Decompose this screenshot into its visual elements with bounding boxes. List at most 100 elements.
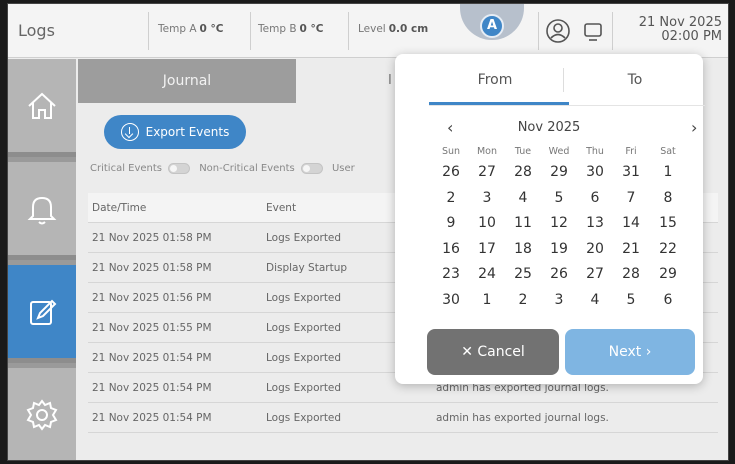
sidebar-item-logs[interactable] [8, 265, 76, 363]
cancel-button[interactable]: ✕ Cancel [427, 329, 559, 375]
calendar-day[interactable]: 17 [469, 241, 505, 257]
edit-icon [30, 299, 57, 325]
sidebar-item-alarms[interactable] [8, 162, 76, 260]
column-header-event[interactable]: Event [266, 202, 296, 214]
sidebar-item-settings[interactable] [8, 368, 76, 460]
calendar-day[interactable]: 7 [613, 190, 649, 206]
column-header-datetime[interactable]: Date/Time [92, 202, 146, 214]
divider [538, 12, 539, 50]
tab-journal[interactable]: Journal [78, 59, 296, 103]
level-label: Level [358, 23, 386, 35]
temp-b-value: 0 °C [299, 23, 324, 35]
calendar-day[interactable]: 29 [650, 266, 686, 282]
user-notch[interactable]: A [460, 4, 524, 40]
divider [612, 12, 613, 50]
calendar-day[interactable]: 29 [541, 164, 577, 180]
weekday-label: Fri [625, 146, 637, 157]
calendar-day[interactable]: 27 [577, 266, 613, 282]
top-bar: Logs Temp A0 °C Temp B0 °C Level 0.0 cm A… [8, 4, 728, 58]
bell-icon [27, 196, 57, 224]
calendar-day[interactable]: 21 [613, 241, 649, 257]
calendar-day[interactable]: 13 [577, 215, 613, 231]
tab-to[interactable]: To [567, 72, 703, 88]
calendar-day[interactable]: 19 [541, 241, 577, 257]
calendar-day[interactable]: 11 [505, 215, 541, 231]
toggle-switch[interactable] [300, 163, 323, 174]
calendar-day[interactable]: 16 [433, 241, 469, 257]
calendar-day[interactable]: 10 [469, 215, 505, 231]
row-event: Logs Exported [266, 322, 342, 334]
filter-non-critical[interactable]: Non-Critical Events [199, 163, 323, 174]
calendar-day[interactable]: 6 [577, 190, 613, 206]
calendar-day[interactable]: 5 [541, 190, 577, 206]
calendar-day[interactable]: 2 [505, 292, 541, 308]
current-date: 21 Nov 2025 [638, 15, 722, 30]
export-events-label: Export Events [145, 125, 230, 139]
calendar-day[interactable]: 4 [505, 190, 541, 206]
row-datetime: 21 Nov 2025 01:54 PM [92, 412, 212, 424]
tab-from[interactable]: From [427, 72, 563, 88]
divider [563, 68, 564, 92]
calendar-day[interactable]: 1 [469, 292, 505, 308]
calendar-day[interactable]: 5 [613, 292, 649, 308]
display-icon[interactable] [580, 18, 606, 44]
row-datetime: 21 Nov 2025 01:55 PM [92, 322, 212, 334]
table-row[interactable]: 21 Nov 2025 01:54 PM Logs Exported admin… [88, 403, 718, 433]
weekday-label: Sat [660, 146, 676, 157]
toggle-switch[interactable] [168, 163, 191, 174]
divider [250, 12, 251, 50]
next-month-button[interactable]: › [691, 118, 697, 137]
filter-label: Non-Critical Events [199, 163, 295, 174]
gear-icon [26, 398, 58, 431]
calendar-day[interactable]: 30 [433, 292, 469, 308]
row-details: admin has exported journal logs. [436, 412, 609, 424]
calendar-day[interactable]: 26 [541, 266, 577, 282]
calendar-day[interactable]: 26 [433, 164, 469, 180]
calendar-day[interactable]: 9 [433, 215, 469, 231]
weekday-label: Wed [548, 146, 570, 157]
calendar-day[interactable]: 1 [650, 164, 686, 180]
calendar-day[interactable]: 28 [613, 266, 649, 282]
calendar-day[interactable]: 12 [541, 215, 577, 231]
calendar-day[interactable]: 22 [650, 241, 686, 257]
calendar-day[interactable]: 24 [469, 266, 505, 282]
weekday-label: Sun [441, 146, 461, 157]
sidebar [8, 59, 76, 460]
calendar-day[interactable]: 15 [650, 215, 686, 231]
row-event: Display Startup [266, 262, 348, 274]
calendar-day[interactable]: 8 [650, 190, 686, 206]
calendar-day[interactable]: 3 [541, 292, 577, 308]
calendar-day[interactable]: 27 [469, 164, 505, 180]
sidebar-item-home[interactable] [8, 59, 76, 157]
calendar-day[interactable]: 25 [505, 266, 541, 282]
calendar-day[interactable]: 2 [433, 190, 469, 206]
filter-critical[interactable]: Critical Events [90, 163, 191, 174]
filter-user[interactable]: User [332, 163, 355, 174]
calendar-day[interactable]: 14 [613, 215, 649, 231]
user-icon[interactable] [545, 18, 571, 44]
weekday-label: Mon [476, 146, 498, 157]
temp-b-label: Temp B [258, 23, 297, 35]
user-badge[interactable]: A [480, 14, 504, 38]
calendar-day[interactable]: 28 [505, 164, 541, 180]
page-title: Logs [18, 21, 55, 40]
row-event: Logs Exported [266, 232, 342, 244]
calendar-day[interactable]: 3 [469, 190, 505, 206]
filter-label: Critical Events [90, 163, 163, 174]
calendar-day[interactable]: 6 [650, 292, 686, 308]
calendar-day[interactable]: 31 [613, 164, 649, 180]
calendar-day[interactable]: 4 [577, 292, 613, 308]
temp-a-value: 0 °C [199, 23, 224, 35]
calendar-day[interactable]: 30 [577, 164, 613, 180]
calendar-day[interactable]: 18 [505, 241, 541, 257]
tab-other[interactable]: I [388, 73, 392, 88]
current-time: 02:00 PM [661, 29, 722, 44]
temp-a-label: Temp A [158, 23, 197, 35]
date-picker-dialog: From To ‹ Nov 2025 › Sun Mon Tue Wed Thu Fri S… [395, 54, 705, 384]
export-events-button[interactable]: Export Events [104, 115, 246, 149]
row-datetime: 21 Nov 2025 01:54 PM [92, 352, 212, 364]
calendar-day[interactable]: 20 [577, 241, 613, 257]
calendar-day[interactable]: 23 [433, 266, 469, 282]
next-button[interactable]: Next › [565, 329, 695, 375]
app-window: Logs Temp A0 °C Temp B0 °C Level 0.0 cm A… [7, 3, 729, 461]
